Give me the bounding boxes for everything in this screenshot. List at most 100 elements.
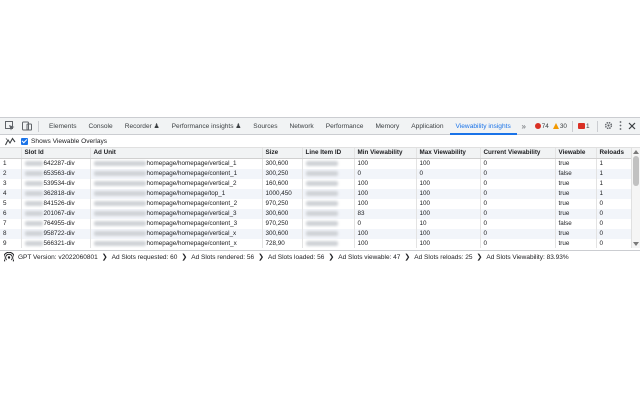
- cell-text: true: [558, 200, 570, 207]
- table-cell-n: 8: [0, 229, 22, 239]
- tab-elements[interactable]: Elements: [43, 118, 83, 135]
- cell-text: homepage/homepage/vertical_2: [146, 180, 237, 187]
- cell-text: 0: [599, 230, 604, 237]
- column-header[interactable]: Size: [262, 148, 303, 159]
- column-header[interactable]: Slot Id: [21, 148, 91, 159]
- cell-text: 0: [483, 160, 488, 167]
- tab-console[interactable]: Console: [83, 118, 119, 135]
- table-cell-n: 7: [0, 219, 22, 229]
- stat-viewable: Ad Slots viewable: 47: [338, 253, 401, 261]
- more-tabs-icon[interactable]: »: [517, 122, 531, 131]
- cell-text: homepage/homepage/content_1: [146, 170, 238, 177]
- gear-icon[interactable]: [604, 121, 613, 132]
- redacted-text: [24, 200, 43, 206]
- tab-sources[interactable]: Sources: [247, 118, 283, 135]
- device-toolbar-icon[interactable]: [20, 119, 34, 133]
- cell-text: 653563-div: [43, 170, 75, 177]
- table-cell-size: 970,250: [262, 199, 303, 209]
- table-row[interactable]: 2 653563-div homepage/homepage/content_1 30…: [0, 169, 632, 179]
- cell-text: 100: [357, 200, 369, 207]
- tab-label: Recorder: [124, 122, 152, 130]
- stat-reloads: Ad Slots reloads: 25: [414, 253, 473, 261]
- redacted-text: [305, 230, 338, 236]
- tab-application[interactable]: Application: [405, 118, 449, 135]
- scroll-down-icon[interactable]: [633, 242, 639, 246]
- column-header[interactable]: Reloads: [596, 148, 632, 159]
- cell-text: 3: [3, 180, 7, 187]
- redacted-cell: [302, 209, 355, 219]
- warning-count: 30: [559, 122, 567, 130]
- table-cell-viewable: false: [555, 169, 597, 179]
- cell-text: true: [558, 180, 570, 187]
- table-cell-min: 100: [354, 199, 417, 209]
- table-row[interactable]: 3 539534-div homepage/homepage/vertical_2 1…: [0, 179, 632, 189]
- cell-text: 1: [599, 160, 604, 167]
- options-bar: Shows Viewable Overlays: [0, 135, 640, 148]
- inspect-element-icon[interactable]: [3, 119, 17, 133]
- issues-counter[interactable]: 1: [577, 123, 590, 130]
- table-cell-slot: 566321-div: [21, 239, 91, 248]
- column-header-index[interactable]: [0, 148, 22, 159]
- table-row[interactable]: 7 764955-div homepage/homepage/content_3 97…: [0, 219, 632, 229]
- table-scrollbar[interactable]: [631, 148, 640, 248]
- table-cell-size: 160,600: [262, 179, 303, 189]
- scroll-up-icon[interactable]: [633, 150, 639, 154]
- tab-label: Performance insights: [171, 122, 234, 130]
- tab-viewability-insights[interactable]: Viewability insights: [449, 118, 517, 135]
- column-header[interactable]: Max Viewability: [416, 148, 481, 159]
- warning-counter[interactable]: 30: [552, 122, 567, 130]
- tab-label: Application: [411, 122, 444, 130]
- overlay-checkbox[interactable]: [21, 137, 28, 145]
- cell-text: true: [558, 190, 570, 197]
- table-cell-max: 0: [416, 169, 481, 179]
- table-cell-cur: 0: [480, 229, 556, 239]
- chevron-right-icon: ❯: [476, 254, 483, 261]
- table-cell-size: 300,600: [262, 158, 303, 169]
- flask-icon: ♟: [235, 123, 242, 130]
- table-row[interactable]: 9 566321-div homepage/homepage/content_x 72…: [0, 239, 632, 248]
- table-cell-viewable: true: [555, 229, 597, 239]
- issue-counters[interactable]: 74 30 1: [534, 120, 590, 132]
- column-header[interactable]: Viewable: [555, 148, 597, 159]
- table-cell-size: 1000,450: [262, 189, 303, 199]
- table-cell-unit: homepage/homepage/vertical_x: [90, 229, 263, 239]
- tab-performance[interactable]: Performance: [320, 118, 370, 135]
- table-row[interactable]: 4 362818-div homepage/homepage/top_1 1000,4…: [0, 189, 632, 199]
- column-header[interactable]: Current Viewability: [480, 148, 556, 159]
- cell-text: 9: [3, 240, 7, 247]
- table-row[interactable]: 6 201067-div homepage/homepage/vertical_3 3…: [0, 209, 632, 219]
- cell-text: 0: [483, 240, 488, 247]
- gpt-version: GPT Version: v2022060801: [18, 253, 98, 261]
- table-cell-n: 2: [0, 169, 22, 179]
- table-row[interactable]: 1 642287-div homepage/homepage/vertical_1 3…: [0, 158, 632, 169]
- table-cell-min: 100: [354, 239, 417, 248]
- table-cell-viewable: true: [555, 189, 597, 199]
- column-header[interactable]: Line Item ID: [302, 148, 355, 159]
- redacted-cell: [302, 219, 355, 229]
- cell-text: 0: [599, 240, 604, 247]
- broadcast-icon: [3, 251, 15, 263]
- table-cell-viewable: true: [555, 158, 597, 169]
- tab-network[interactable]: Network: [284, 118, 320, 135]
- table-cell-slot: 539534-div: [21, 179, 91, 189]
- kebab-menu-icon[interactable]: [619, 121, 622, 132]
- column-header[interactable]: Min Viewability: [354, 148, 417, 159]
- stat-rendered: Ad Slots rendered: 56: [191, 253, 255, 261]
- table-cell-max: 10: [416, 219, 481, 229]
- table-cell-unit: homepage/homepage/top_1: [90, 189, 263, 199]
- tab-memory[interactable]: Memory: [369, 118, 405, 135]
- error-counter[interactable]: 74: [534, 123, 549, 130]
- table-row[interactable]: 8 958722-div homepage/homepage/vertical_x 3…: [0, 229, 632, 239]
- tab-label: Performance: [325, 122, 364, 130]
- stat-viewability: Ad Slots Viewability: 83.93%: [486, 253, 569, 261]
- cell-text: 100: [419, 210, 431, 217]
- tab-recorder[interactable]: Recorder ♟: [119, 118, 166, 135]
- column-header[interactable]: Ad Unit: [90, 148, 263, 159]
- tab-separator: [38, 120, 39, 132]
- tab-performance-insights[interactable]: Performance insights ♟: [166, 118, 248, 135]
- close-icon[interactable]: [628, 122, 636, 132]
- devtools-panel: Elements Console Recorder ♟ Performance …: [0, 117, 640, 263]
- viewability-chart-icon[interactable]: [4, 135, 16, 147]
- scrollbar-thumb[interactable]: [633, 156, 639, 186]
- table-row[interactable]: 5 841526-div homepage/homepage/content_2 97…: [0, 199, 632, 209]
